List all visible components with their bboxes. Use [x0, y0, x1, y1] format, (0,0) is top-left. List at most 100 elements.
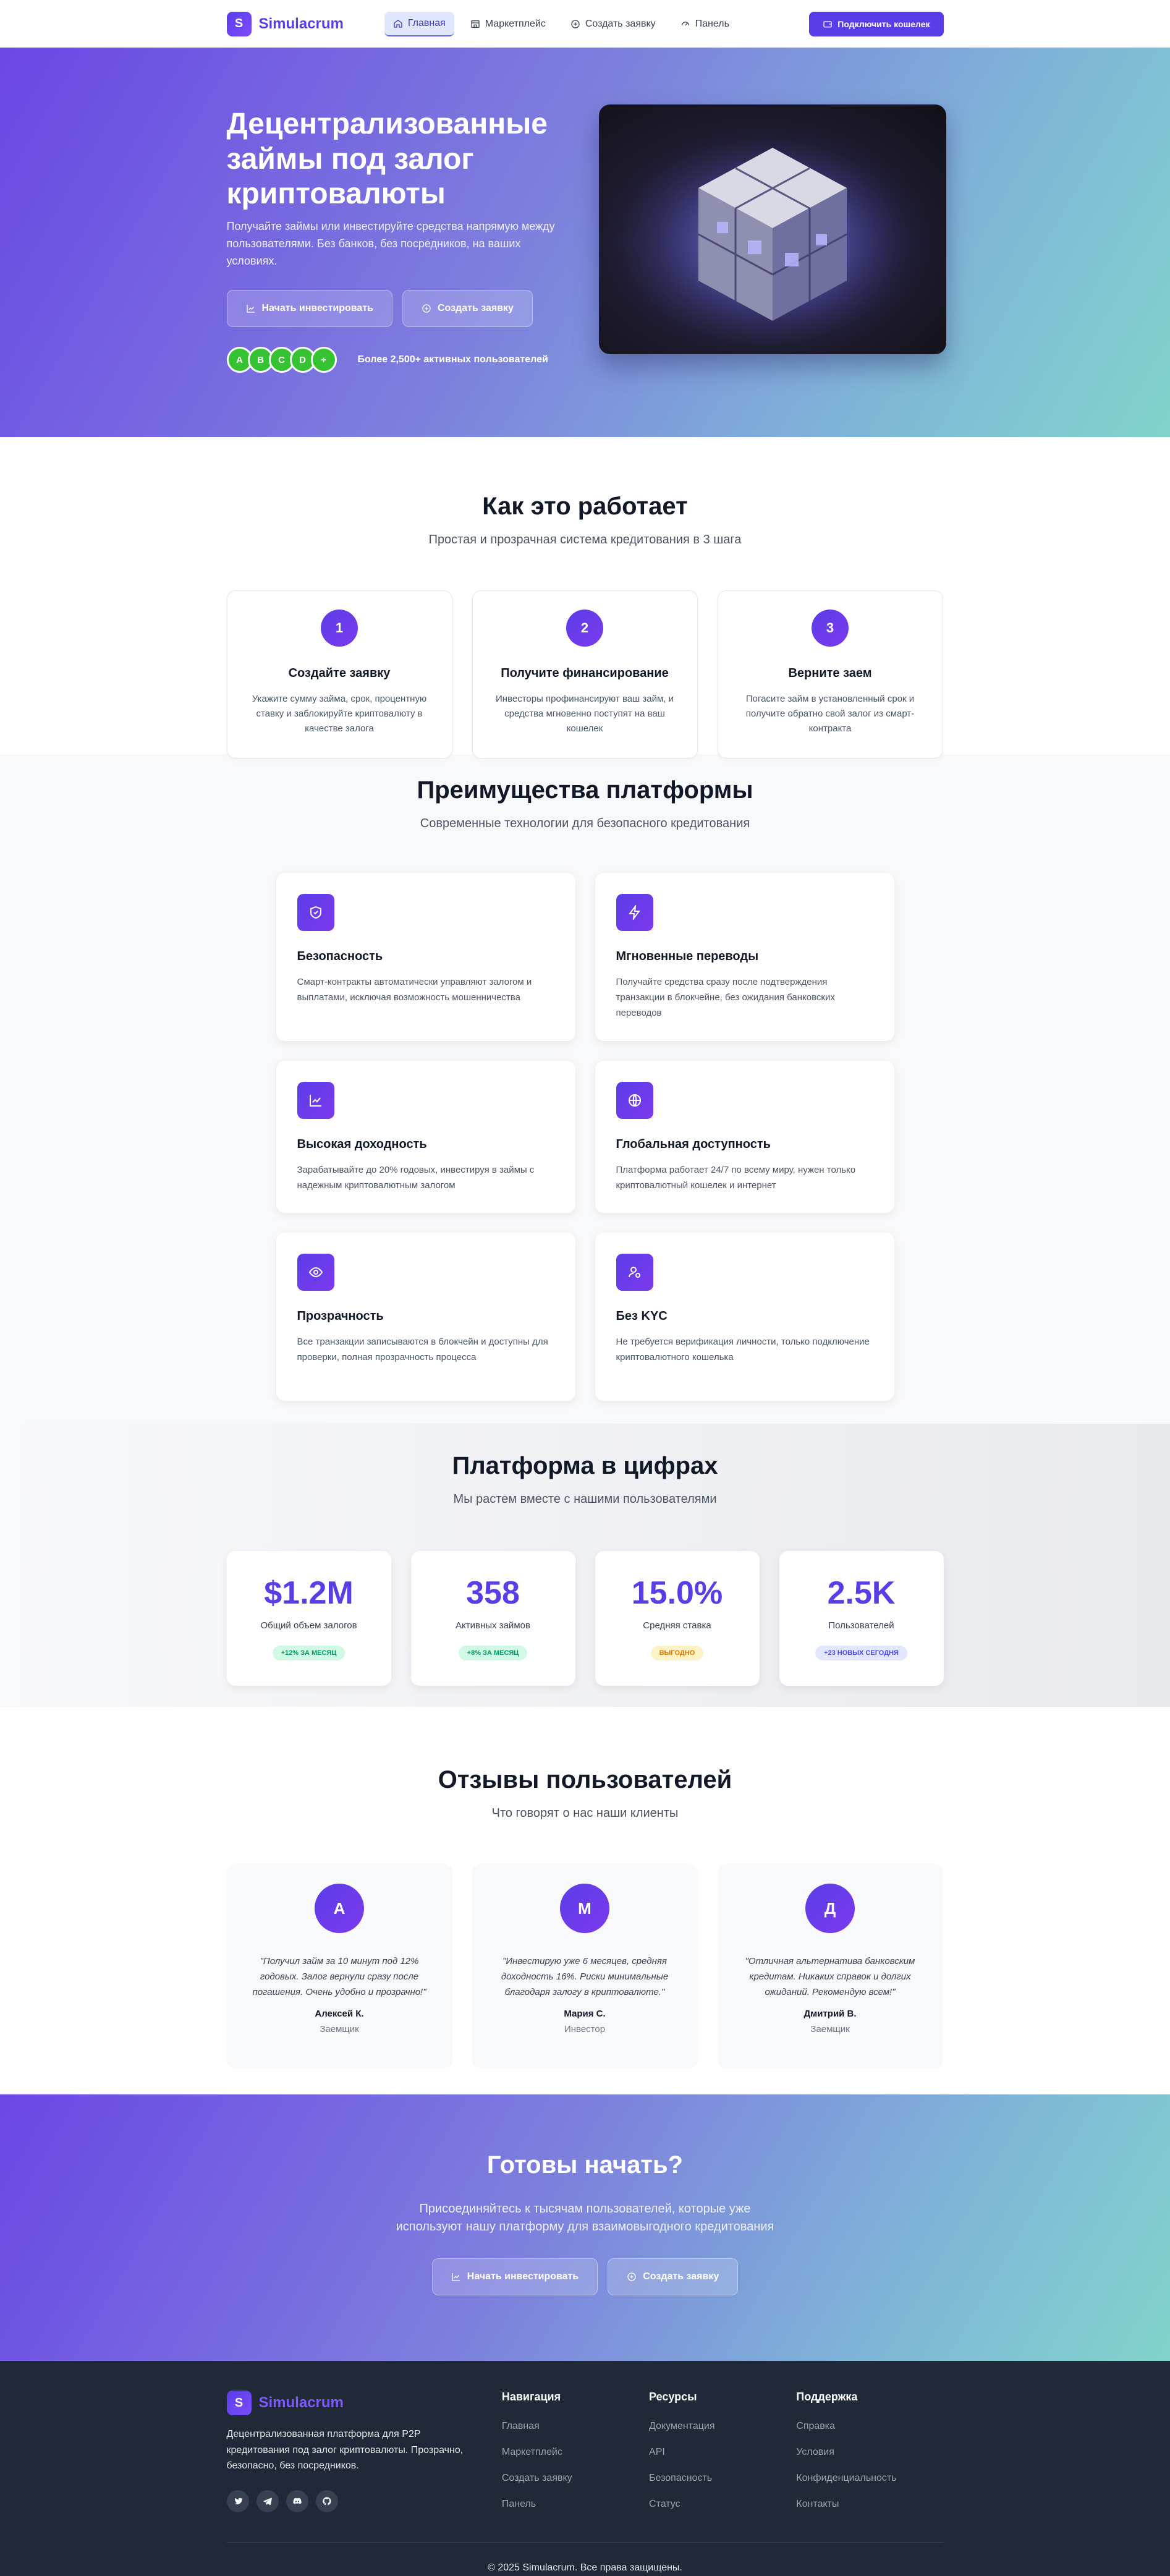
crypto-cube-illustration	[598, 104, 946, 354]
advantage-text: Зарабатывайте до 20% годовых, инвестируя…	[297, 1165, 535, 1191]
footer-link[interactable]: Безопасность	[649, 2473, 796, 2484]
footer-link[interactable]: Документация	[649, 2421, 796, 2432]
avatar: А	[315, 1884, 364, 1933]
advantage-card: Мгновенные переводы Получайте средства с…	[595, 873, 894, 1041]
how-it-works-section: Как это работает Простая и прозрачная си…	[0, 437, 1170, 759]
start-investing-button[interactable]: Начать инвестировать	[226, 290, 392, 327]
create-request-button[interactable]: Создать заявку	[402, 290, 533, 327]
nav-item-marketplace[interactable]: Маркетплейс	[462, 12, 554, 36]
create-request-label: Создать заявку	[643, 2271, 719, 2282]
logo-text: Simulacrum	[258, 15, 344, 32]
telegram-icon[interactable]	[256, 2489, 279, 2512]
advantage-card: Высокая доходность Зарабатывайте до 20% …	[276, 1061, 575, 1213]
advantages-grid: Безопасность Смарт-контракты автоматичес…	[276, 873, 894, 1401]
stat-badge: +12% за месяц	[272, 1646, 345, 1660]
eye-icon	[297, 1254, 334, 1291]
advantage-title: Мгновенные переводы	[616, 950, 759, 963]
active-users-text: Более 2,500+ активных пользователей	[357, 354, 548, 365]
copyright: © 2025 Simulacrum. Все права защищены.	[226, 2541, 944, 2574]
stat-badge: Выгодно	[650, 1646, 704, 1660]
step-number: 2	[566, 610, 603, 647]
plus-circle-icon	[571, 19, 580, 28]
stat-card: $1.2M Общий объем залогов +12% за месяц	[226, 1551, 391, 1686]
avatar: М	[560, 1884, 609, 1933]
footer-link[interactable]: Главная	[502, 2421, 649, 2432]
cta-section: Готовы начать? Присоединяйтесь к тысячам…	[0, 2094, 1170, 2361]
advantage-text: Все транзакции записываются в блокчейн и…	[297, 1337, 548, 1362]
advantage-title: Прозрачность	[297, 1309, 384, 1323]
hero-cube-image	[598, 104, 946, 354]
stat-value: 2.5K	[827, 1575, 896, 1611]
create-request-button[interactable]: Создать заявку	[608, 2258, 739, 2295]
advantage-text: Получайте средства сразу после подтвержд…	[616, 977, 835, 1018]
shield-icon	[297, 894, 334, 931]
how-subtitle: Простая и прозрачная система кредитовани…	[428, 533, 742, 546]
footer-link[interactable]: Создать заявку	[502, 2473, 649, 2484]
logo[interactable]: S Simulacrum	[226, 11, 344, 36]
footer-column-support: Поддержка Справка Условия Конфиденциальн…	[796, 2391, 943, 2512]
wallet-icon	[823, 20, 832, 27]
footer-link[interactable]: Конфиденциальность	[796, 2473, 943, 2484]
stat-value: $1.2M	[264, 1575, 354, 1611]
step-text: Укажите сумму займа, срок, процентную ст…	[252, 694, 427, 734]
nav-item-dashboard[interactable]: Панель	[672, 12, 738, 36]
advantage-card: Без KYC Не требуется верификация личност…	[595, 1233, 894, 1401]
review-text: "Инвестирую уже 6 месяцев, средняя доход…	[501, 1956, 669, 1997]
advantage-card: Прозрачность Все транзакции записываются…	[276, 1233, 575, 1401]
reviews-subtitle: Что говорят о нас наши клиенты	[491, 1806, 679, 1820]
stat-card: 2.5K Пользователей +23 новых сегодня	[779, 1551, 944, 1686]
discord-icon[interactable]	[286, 2489, 308, 2512]
advantages-title: Преимущества платформы	[417, 776, 753, 804]
advantage-title: Безопасность	[297, 950, 383, 963]
site-header: S Simulacrum Главная Маркетплейс Создать…	[0, 0, 1170, 48]
step-title: Создайте заявку	[288, 666, 391, 680]
nav-item-create[interactable]: Создать заявку	[562, 12, 664, 36]
stat-badge: +8% за месяц	[458, 1646, 528, 1660]
step-title: Получите финансирование	[501, 666, 669, 680]
github-icon[interactable]	[315, 2489, 338, 2512]
footer-column-title: Навигация	[501, 2391, 561, 2403]
footer-link[interactable]: API	[649, 2447, 796, 2458]
footer-link[interactable]: Справка	[796, 2421, 943, 2432]
logo-text: Simulacrum	[258, 2394, 344, 2411]
footer-link[interactable]: Статус	[649, 2499, 796, 2510]
step-number: 1	[321, 610, 358, 647]
plus-circle-icon	[422, 304, 431, 313]
connect-wallet-button[interactable]: Подключить кошелек	[809, 11, 944, 36]
start-investing-button[interactable]: Начать инвестировать	[431, 2258, 598, 2295]
advantage-title: Высокая доходность	[297, 1137, 427, 1151]
nav-item-label: Главная	[407, 17, 446, 28]
step-title: Верните заем	[788, 666, 872, 680]
footer-description: Децентрализованная платформа для P2P кре…	[226, 2429, 464, 2472]
advantage-title: Без KYC	[616, 1309, 668, 1323]
globe-icon	[616, 1082, 653, 1119]
cta-buttons: Начать инвестировать Создать заявку	[0, 2258, 1170, 2295]
cta-subtitle: Присоединяйтесь к тысячам пользователей,…	[396, 2202, 774, 2234]
social-links	[226, 2489, 502, 2512]
nav-item-label: Создать заявку	[585, 18, 656, 29]
store-icon	[471, 20, 480, 28]
stat-value: 358	[466, 1575, 520, 1611]
cta-title: Готовы начать?	[487, 2151, 683, 2179]
logo-badge: S	[226, 11, 252, 36]
footer-logo[interactable]: S Simulacrum	[226, 2391, 502, 2415]
footer-link[interactable]: Панель	[502, 2499, 649, 2510]
step-number: 3	[812, 610, 849, 647]
home-icon	[394, 19, 402, 28]
stat-label: Средняя ставка	[643, 1620, 711, 1631]
nav-item-home[interactable]: Главная	[384, 11, 454, 36]
connect-wallet-label: Подключить кошелек	[837, 19, 930, 29]
reviews-list: А "Получил займ за 10 минут под 12% годо…	[226, 1864, 944, 2068]
footer-link[interactable]: Маркетплейс	[502, 2447, 649, 2458]
stats-section: Платформа в цифрах Мы растем вместе с на…	[0, 1424, 1170, 1707]
step-text: Инвесторы профинансируют ваш займ, и сре…	[496, 694, 674, 734]
footer-column-navigation: Навигация Главная Маркетплейс Создать за…	[502, 2391, 649, 2512]
hero-section: Децентрализованные займы под залог крипт…	[0, 48, 1170, 437]
twitter-icon[interactable]	[226, 2489, 249, 2512]
stat-label: Пользователей	[828, 1620, 894, 1631]
footer-link[interactable]: Условия	[796, 2447, 943, 2458]
chart-up-icon	[246, 305, 255, 313]
review-card: Д "Отличная альтернатива банковским кред…	[717, 1864, 943, 2068]
stats-subtitle: Мы растем вместе с нашими пользователями	[453, 1492, 717, 1506]
footer-link[interactable]: Контакты	[796, 2499, 943, 2510]
